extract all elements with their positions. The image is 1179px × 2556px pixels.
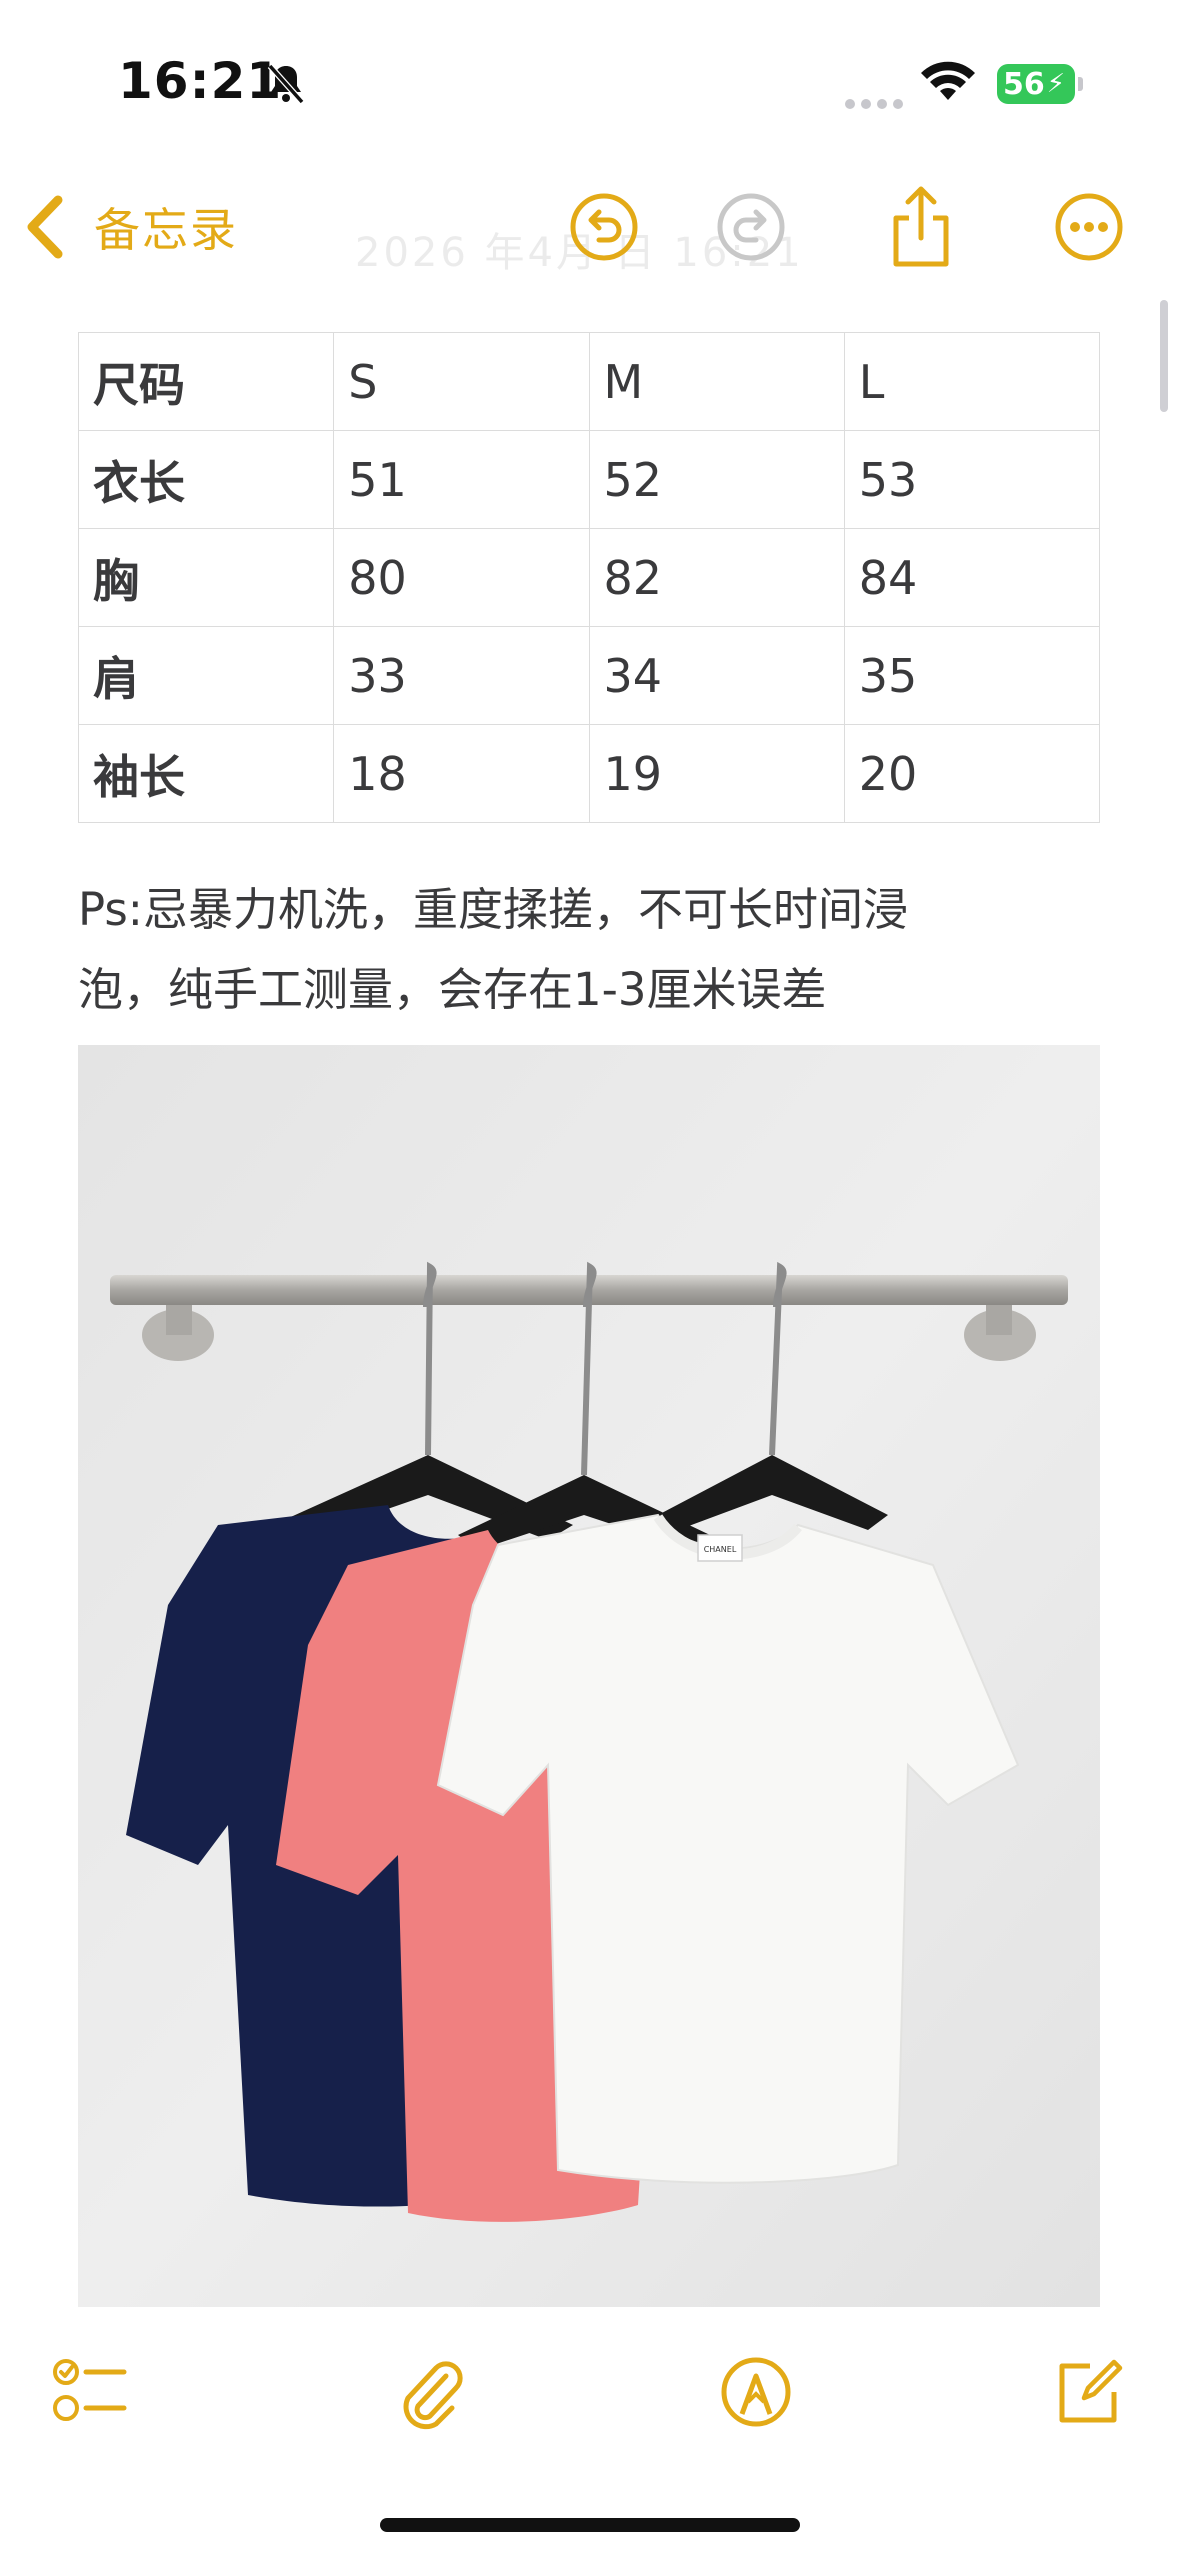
table-cell[interactable]: 52 <box>588 430 845 529</box>
table-cell[interactable]: 51 <box>333 430 590 529</box>
table-cell[interactable]: 35 <box>843 626 1101 725</box>
table-cell[interactable]: L <box>843 332 1101 431</box>
table-cell[interactable]: 34 <box>588 626 845 725</box>
table-cell[interactable]: 53 <box>843 430 1101 529</box>
silent-bell-icon <box>267 64 305 104</box>
back-label: 备忘录 <box>94 203 238 257</box>
back-button[interactable]: 备忘录 <box>22 194 238 260</box>
status-bar: 16:21 56 ⚡ <box>0 0 1179 170</box>
status-time: 16:21 <box>118 52 283 110</box>
note-text[interactable]: Ps:忌暴力机洗，重度揉搓，不可长时间浸 泡，纯手工测量，会存在1-3厘米误差 <box>78 870 1100 1030</box>
table-cell[interactable]: 82 <box>588 528 845 627</box>
table-row: 胸 80 82 84 <box>77 528 1101 627</box>
note-line: 泡，纯手工测量，会存在1-3厘米误差 <box>78 963 827 1016</box>
chevron-left-icon <box>27 195 63 259</box>
table-row-label[interactable]: 尺码 <box>77 332 335 431</box>
table-cell[interactable]: 84 <box>843 528 1101 627</box>
signal-icon <box>845 94 909 113</box>
more-icon[interactable] <box>1052 190 1126 264</box>
wifi-icon <box>921 61 975 100</box>
compose-icon[interactable] <box>1050 2354 1126 2430</box>
table-row-label[interactable]: 胸 <box>77 528 335 627</box>
table-cell[interactable]: 18 <box>333 724 590 823</box>
table-cell[interactable]: 80 <box>333 528 590 627</box>
checklist-icon[interactable] <box>52 2354 128 2430</box>
table-row-label[interactable]: 衣长 <box>77 430 335 529</box>
scroll-indicator[interactable] <box>1160 300 1168 412</box>
bottom-toolbar <box>0 2330 1179 2450</box>
table-row: 肩 33 34 35 <box>77 626 1101 725</box>
note-line: Ps:忌暴力机洗，重度揉搓，不可长时间浸 <box>78 883 908 936</box>
table-row: 袖长 18 19 20 <box>77 724 1101 823</box>
table-cell[interactable]: 20 <box>843 724 1101 823</box>
table-row: 尺码 S M L <box>77 332 1101 431</box>
table-row-label[interactable]: 袖长 <box>77 724 335 823</box>
table-row-label[interactable]: 肩 <box>77 626 335 725</box>
tshirt-photo[interactable]: CHANEL <box>78 1045 1100 2307</box>
table-cell[interactable]: M <box>588 332 845 431</box>
home-indicator[interactable] <box>380 2518 800 2532</box>
table-cell[interactable]: S <box>333 332 590 431</box>
attachment-icon[interactable] <box>392 2354 468 2430</box>
size-table: 尺码 S M L 衣长 51 52 53 胸 80 82 84 肩 33 34 … <box>77 332 1101 823</box>
battery-icon: 56 ⚡ <box>997 64 1075 104</box>
brand-tag-text: CHANEL <box>704 1545 737 1554</box>
battery-level: 56 <box>1003 66 1045 102</box>
table-cell[interactable]: 33 <box>333 626 590 725</box>
table-row: 衣长 51 52 53 <box>77 430 1101 529</box>
markup-pen-icon[interactable] <box>718 2354 794 2430</box>
undo-icon[interactable] <box>567 190 641 264</box>
redo-icon[interactable] <box>714 190 788 264</box>
nav-bar: 2026 年4月 日 16:21 备忘录 <box>0 170 1179 300</box>
table-cell[interactable]: 19 <box>588 724 845 823</box>
photo-illustration: CHANEL <box>78 1045 1100 2307</box>
battery-cap <box>1078 77 1083 91</box>
share-icon[interactable] <box>884 184 958 270</box>
